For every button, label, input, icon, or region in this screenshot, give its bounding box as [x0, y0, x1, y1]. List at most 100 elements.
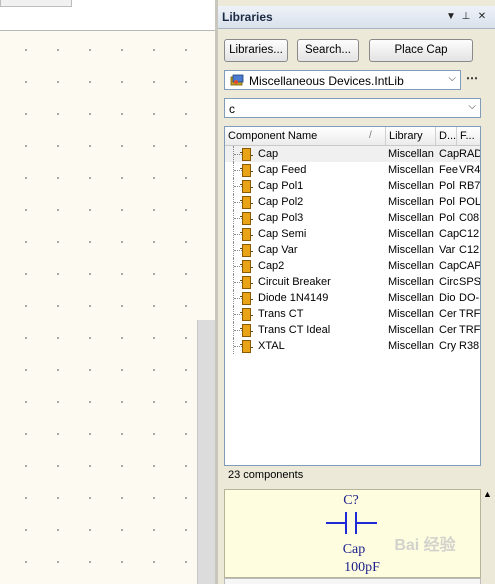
component-chip-icon [240, 212, 253, 225]
component-chip-icon [240, 164, 253, 177]
component-chip-icon [240, 180, 253, 193]
component-description: Var [439, 244, 456, 256]
component-footprint: TRF [459, 324, 481, 336]
component-description: Dio [439, 292, 456, 304]
component-chip-icon [240, 148, 253, 161]
component-footprint: SPS [459, 276, 481, 288]
component-row[interactable]: Cap2 Miscellan Cap CAP [225, 258, 480, 274]
component-row[interactable]: Trans CT Miscellan Cer TRF [225, 306, 480, 322]
component-chip-icon [240, 340, 253, 353]
component-row[interactable]: XTAL Miscellan Cry R38 [225, 338, 480, 354]
preview-value: 100pF [344, 560, 380, 575]
more-options-icon[interactable]: ⋯ [463, 71, 481, 89]
component-rows: Cap Miscellan Cap RAD Cap Feed Miscellan Fee VR… [225, 146, 480, 354]
chevron-down-icon[interactable]: ⌵ [448, 73, 456, 84]
component-row[interactable]: Cap Pol1 Miscellan Pol RB7 [225, 178, 480, 194]
library-select-value: Miscellaneous Devices.IntLib [249, 74, 404, 88]
component-row[interactable]: Cap Feed Miscellan Fee VR4 [225, 162, 480, 178]
component-description: Circ [439, 276, 459, 288]
component-row[interactable]: Circuit Breaker Miscellan Circ SPS [225, 274, 480, 290]
component-name: Cap2 [258, 260, 285, 272]
component-description: Fee [439, 164, 458, 176]
component-description: Pol [439, 180, 455, 192]
component-name: XTAL [258, 340, 285, 352]
component-footprint: RAD [459, 148, 481, 160]
column-header-footprint[interactable]: F... [457, 127, 480, 145]
component-name: Cap Var [258, 244, 298, 256]
close-icon[interactable]: ✕ [475, 10, 489, 24]
libraries-panel: Libraries ▼ ⊥ ✕ Libraries... Search... P… [218, 0, 495, 584]
preview-designator: C? [343, 493, 359, 508]
component-description: Cer [439, 308, 457, 320]
component-footprint: C08 [459, 212, 480, 224]
list-header: Component Name / Library D... F... [225, 127, 480, 146]
component-description: Cap [439, 260, 459, 272]
component-row[interactable]: Cap Var Miscellan Var C12 [225, 242, 480, 258]
component-footprint: VR4 [459, 164, 481, 176]
component-description: Cap [439, 148, 459, 160]
component-row[interactable]: Cap Miscellan Cap RAD [225, 146, 480, 162]
dropdown-arrow-icon[interactable]: ▼ [444, 10, 458, 24]
component-chip-icon [240, 324, 253, 337]
component-name: Cap Pol2 [258, 196, 304, 208]
preview-comment: Cap [343, 542, 366, 557]
pin-icon[interactable]: ⊥ [459, 10, 473, 24]
component-footprint: RB7 [459, 180, 481, 192]
libraries-button[interactable]: Libraries... [224, 39, 288, 62]
component-count: 23 components [228, 469, 304, 481]
document-tab[interactable] [0, 0, 72, 7]
component-footprint: TRF [459, 308, 481, 320]
panel-header: Libraries ▼ ⊥ ✕ [218, 6, 495, 29]
component-name: Cap Pol1 [258, 180, 304, 192]
schematic-canvas[interactable] [0, 0, 215, 584]
component-name: Cap Feed [258, 164, 307, 176]
panel-title: Libraries [222, 10, 273, 24]
column-name-label: Component Name [228, 130, 318, 142]
component-chip-icon [240, 292, 253, 305]
column-header-library[interactable]: Library [386, 127, 436, 145]
component-chip-icon [240, 196, 253, 209]
component-footprint: C12 [459, 228, 480, 240]
component-chip-icon [240, 228, 253, 241]
component-chip-icon [240, 260, 253, 273]
component-name: Cap [258, 148, 279, 160]
canvas-vertical-scrollbar[interactable] [197, 320, 216, 584]
library-select[interactable]: Miscellaneous Devices.IntLib ⌵ [224, 70, 461, 90]
component-footprint: POL [459, 196, 481, 208]
component-filter-input[interactable]: c ⌵ [224, 98, 481, 118]
component-footprint: C12 [459, 244, 480, 256]
component-row[interactable]: Cap Pol2 Miscellan Pol POL [225, 194, 480, 210]
component-name: Diode 1N4149 [258, 292, 329, 304]
component-name: Trans CT [258, 308, 304, 320]
component-name: Circuit Breaker [258, 276, 331, 288]
component-description: Pol [439, 212, 455, 224]
component-footprint: R38 [459, 340, 480, 352]
component-description: Cry [439, 340, 457, 352]
component-row[interactable]: Diode 1N4149 Miscellan Dio DO- [225, 290, 480, 306]
component-chip-icon [240, 276, 253, 289]
column-header-description[interactable]: D... [436, 127, 457, 145]
capacitor-symbol: C? Cap 100pF Bai 经验 [326, 493, 457, 575]
search-button[interactable]: Search... [297, 39, 359, 62]
component-description: Cap [439, 228, 459, 240]
bottom-panel-edge [224, 578, 481, 584]
library-book-icon [230, 74, 244, 86]
chevron-down-icon[interactable]: ⌵ [468, 101, 476, 112]
sort-indicator-icon: / [369, 130, 372, 141]
component-footprint: CAP [459, 260, 481, 272]
preview-scrollbar[interactable]: ▲ [481, 489, 495, 578]
component-row[interactable]: Trans CT Ideal Miscellan Cer TRF [225, 322, 480, 338]
component-name: Cap Semi [258, 228, 307, 240]
component-list[interactable]: Component Name / Library D... F... Cap Mi… [224, 126, 481, 466]
component-chip-icon [240, 244, 253, 257]
component-description: Pol [439, 196, 455, 208]
component-chip-icon [240, 308, 253, 321]
canvas-top-bar [0, 0, 215, 31]
component-row[interactable]: Cap Semi Miscellan Cap C12 [225, 226, 480, 242]
place-component-button[interactable]: Place Cap [369, 39, 473, 62]
component-description: Cer [439, 324, 457, 336]
scroll-up-icon[interactable]: ▲ [483, 489, 492, 499]
filter-value: c [229, 102, 235, 116]
component-row[interactable]: Cap Pol3 Miscellan Pol C08 [225, 210, 480, 226]
column-header-name[interactable]: Component Name [225, 127, 386, 145]
